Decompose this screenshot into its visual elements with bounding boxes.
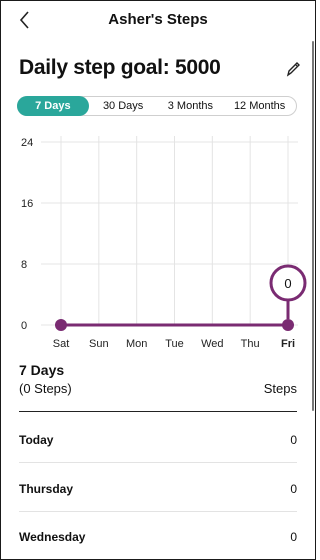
data-point [55,319,67,331]
x-tick-label: Wed [201,338,223,350]
step-value: 0 [290,530,297,544]
list-item-today[interactable]: Today 0 [19,414,297,463]
page-title: Asher's Steps [108,11,208,28]
day-label: Wednesday [19,530,86,544]
x-tick-label: Sat [53,338,70,350]
header: Asher's Steps [1,1,315,41]
range-tabs: 7 Days 30 Days 3 Months 12 Months [17,96,297,116]
steps-column-label: Steps [263,381,297,396]
steps-line-chart: 0 8 16 24 0 Sat Sun Mon Tue Wed Thu Fri [21,136,307,350]
x-tick-label: Tue [165,338,184,350]
tab-30-days[interactable]: 30 Days [89,97,158,115]
daily-goal-label: Daily step goal: 5000 [19,56,221,79]
y-tick-label: 24 [21,137,33,149]
tab-12-months[interactable]: 12 Months [223,97,296,115]
list-item-wednesday[interactable]: Wednesday 0 [19,511,297,559]
tab-7-days[interactable]: 7 Days [17,96,89,116]
pencil-edit-icon[interactable] [285,60,301,78]
list-item-thursday[interactable]: Thursday 0 [19,463,297,512]
y-tick-label: 0 [21,320,27,332]
day-label: Today [19,433,54,447]
summary-period: 7 Days [19,362,65,378]
x-tick-label: Mon [126,338,147,350]
x-tick-label: Thu [241,338,260,350]
step-value: 0 [290,482,297,496]
y-tick-label: 8 [21,259,27,271]
divider [19,411,297,412]
callout-value: 0 [284,276,291,291]
tab-3-months[interactable]: 3 Months [158,97,224,115]
goal-row: Daily step goal: 5000 [1,41,315,87]
x-tick-label: Sun [89,338,109,350]
x-tick-label: Fri [281,338,295,350]
day-label: Thursday [19,482,74,496]
data-point [282,319,294,331]
app-frame: Asher's Steps Daily step goal: 5000 7 Da… [0,0,316,560]
step-value: 0 [290,433,297,447]
summary-total: (0 Steps) [19,381,72,396]
y-tick-label: 16 [21,198,33,210]
